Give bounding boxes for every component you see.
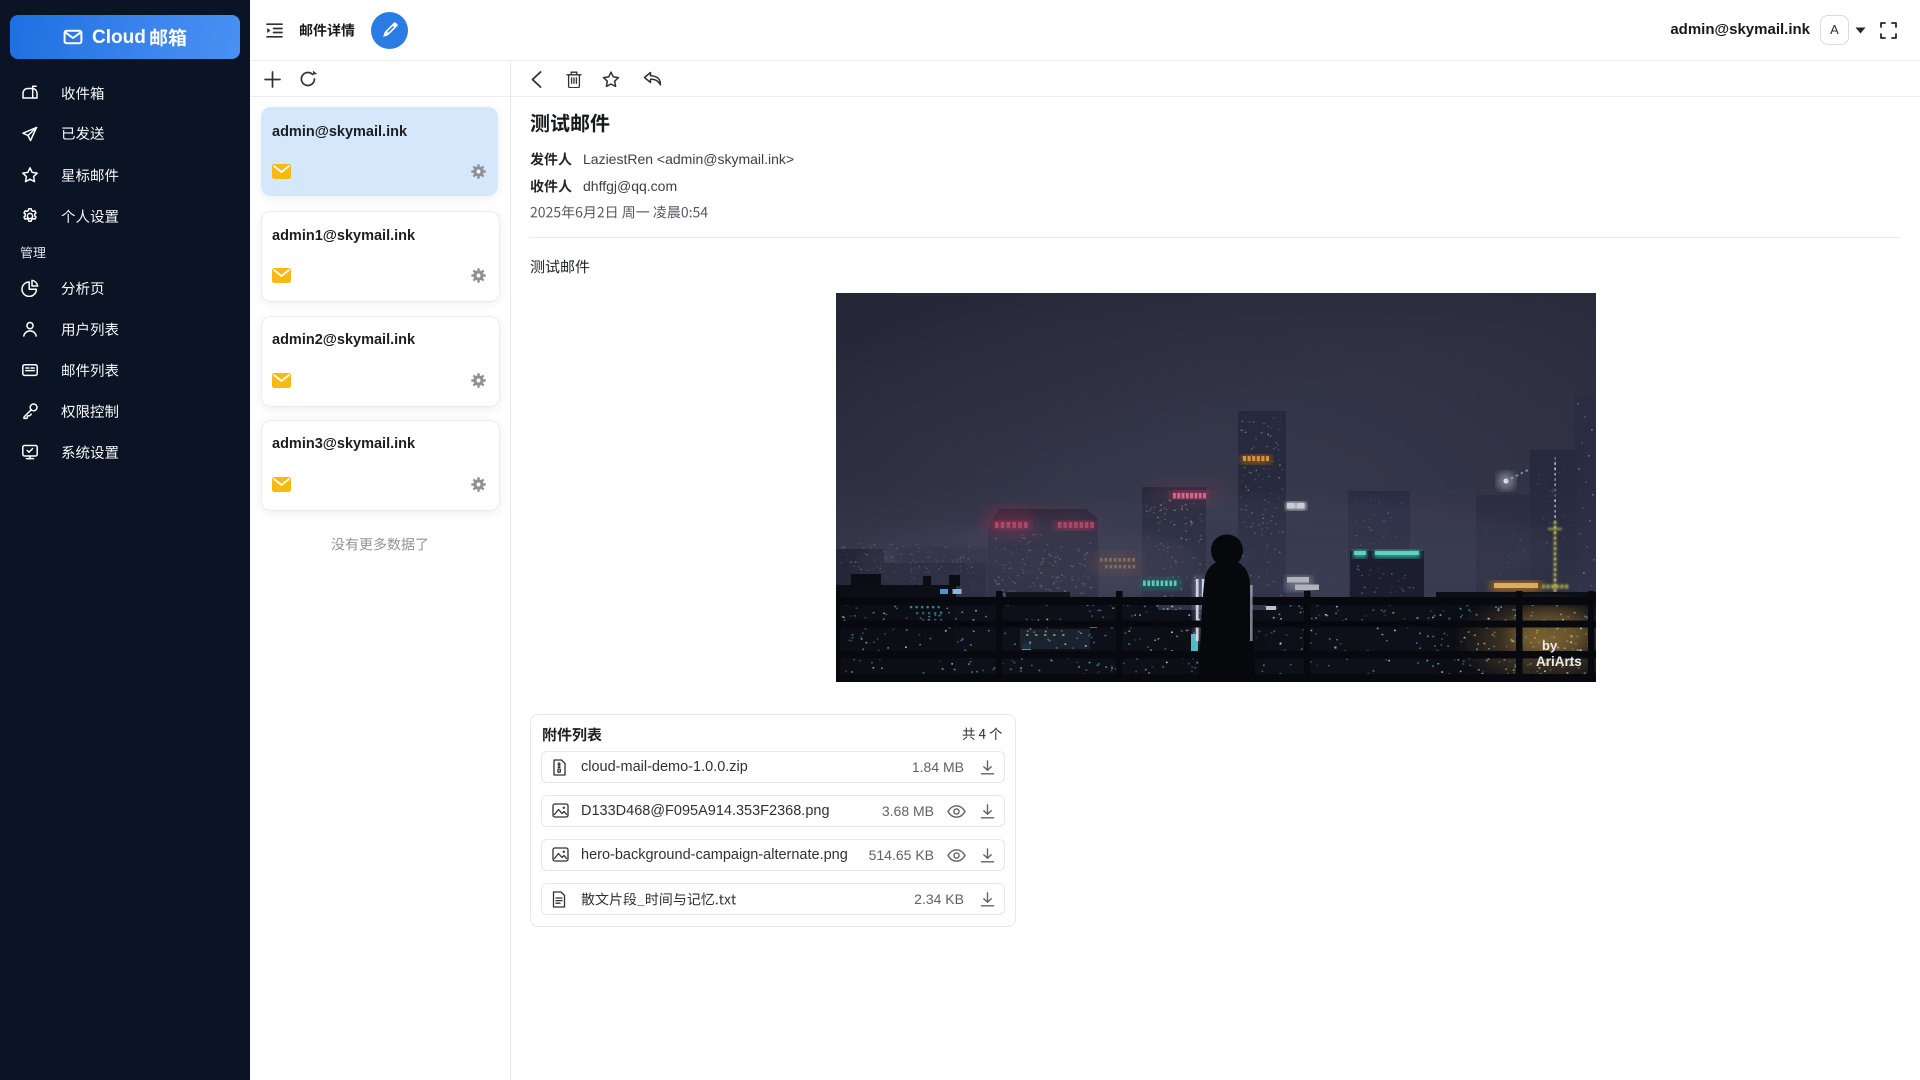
svg-text:by: by xyxy=(1542,638,1558,653)
svg-text:AriArts: AriArts xyxy=(1536,654,1582,669)
